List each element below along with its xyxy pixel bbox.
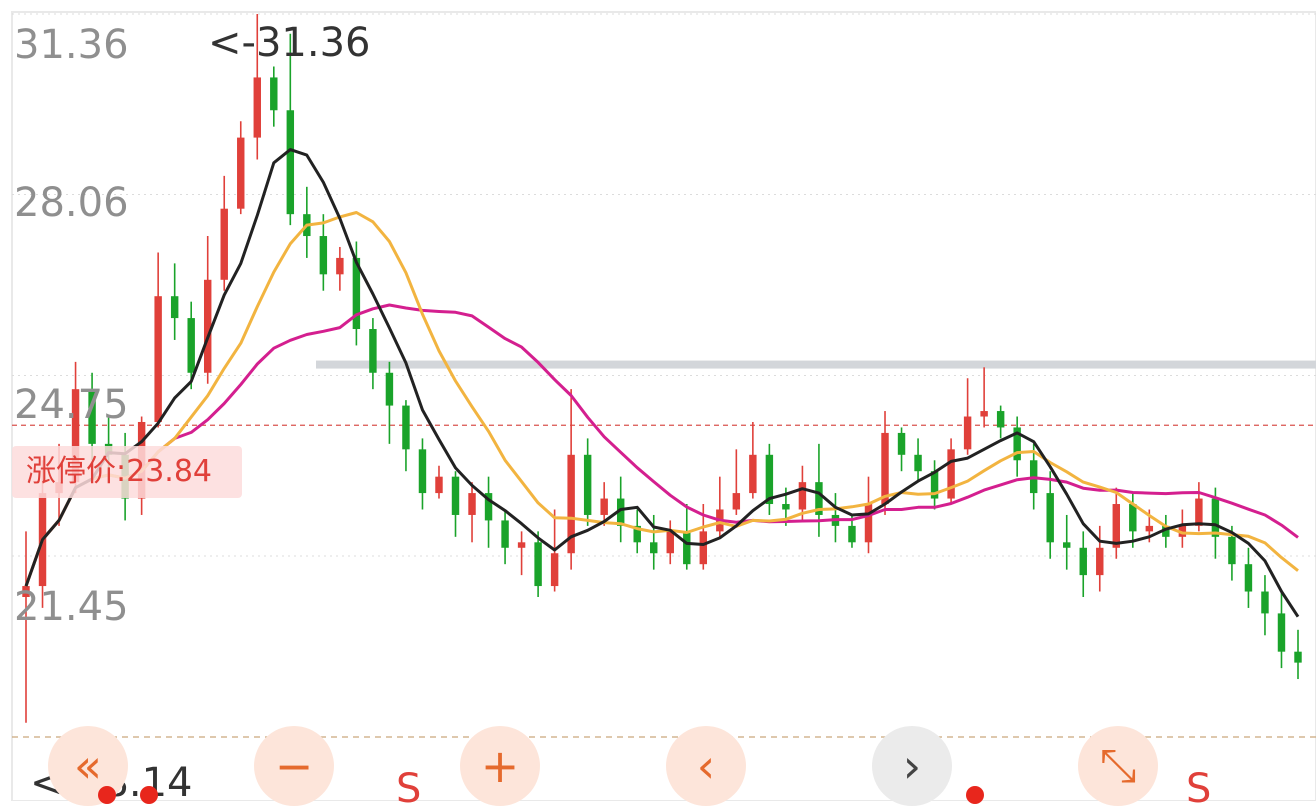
candle-body bbox=[583, 454, 592, 515]
candle-body bbox=[947, 449, 955, 499]
candle-body bbox=[881, 432, 889, 505]
signal-dot bbox=[966, 786, 984, 804]
candle-body bbox=[435, 476, 443, 494]
candle-body bbox=[402, 405, 410, 450]
y-tick-label: 28.06 bbox=[14, 180, 129, 226]
candle-body bbox=[749, 454, 757, 494]
y-tick-label: 21.45 bbox=[14, 584, 129, 630]
candle-body bbox=[996, 411, 1005, 428]
candle-body bbox=[369, 329, 377, 373]
candle-body bbox=[1046, 493, 1054, 543]
candle-body bbox=[1079, 547, 1087, 576]
candle-body bbox=[798, 482, 807, 510]
reference-level-line bbox=[316, 360, 1316, 369]
next-button[interactable]: › bbox=[872, 726, 952, 806]
candle-body bbox=[1261, 591, 1269, 614]
rewind-button[interactable]: « bbox=[48, 726, 128, 806]
candle-body bbox=[1277, 613, 1286, 652]
candle-body bbox=[1294, 651, 1302, 663]
chevron-left-icon: ‹ bbox=[696, 739, 716, 793]
candle-body bbox=[385, 372, 394, 406]
sell-marker: S bbox=[396, 766, 422, 812]
candle-body bbox=[270, 77, 278, 111]
high-price-label: <-31.36 bbox=[208, 20, 371, 66]
candle-body bbox=[666, 531, 674, 554]
candle-body bbox=[418, 449, 427, 494]
candle-body bbox=[600, 498, 608, 515]
signal-dot bbox=[140, 786, 158, 804]
candle-body bbox=[683, 531, 691, 565]
sell-marker: S bbox=[1186, 766, 1212, 812]
candle-body bbox=[1063, 542, 1071, 548]
candle-body bbox=[848, 525, 856, 543]
candle-body bbox=[534, 542, 542, 587]
candle-body bbox=[501, 520, 509, 548]
candle-body bbox=[286, 110, 295, 215]
candle-body bbox=[336, 257, 344, 275]
chevron-right-icon: › bbox=[902, 739, 922, 793]
zoom-in-button[interactable]: + bbox=[460, 726, 540, 806]
candle-body bbox=[170, 296, 179, 319]
candle-body bbox=[650, 542, 658, 554]
candle-body bbox=[187, 318, 195, 373]
candle-body bbox=[1112, 504, 1121, 548]
signal-dot bbox=[98, 786, 116, 804]
candle-body bbox=[253, 77, 261, 138]
prev-button[interactable]: ‹ bbox=[666, 726, 746, 806]
candle-body bbox=[451, 476, 460, 515]
candle-body bbox=[1129, 504, 1137, 532]
candle-body bbox=[468, 493, 476, 515]
candle-body bbox=[1244, 564, 1253, 592]
candle-body bbox=[732, 493, 741, 510]
candle-body bbox=[154, 296, 162, 422]
candle-body bbox=[319, 236, 328, 275]
candle-body bbox=[203, 279, 212, 373]
plus-icon: + bbox=[480, 739, 520, 793]
double-chevron-left-icon: « bbox=[73, 739, 103, 793]
candle-body bbox=[699, 531, 708, 565]
reference-band bbox=[316, 360, 1316, 369]
minus-icon: − bbox=[274, 739, 314, 793]
candlestick-chart[interactable] bbox=[0, 0, 1316, 801]
candle-body bbox=[237, 137, 245, 209]
limit-up-price-badge: 涨停价:23.84 bbox=[12, 446, 242, 498]
candle-body bbox=[897, 432, 906, 455]
candle-body bbox=[1096, 547, 1104, 576]
plot-frame bbox=[11, 11, 1316, 801]
y-tick-label: 31.36 bbox=[14, 22, 129, 68]
y-tick-label: 24.75 bbox=[14, 382, 129, 428]
candle-body bbox=[980, 411, 988, 417]
candle-body bbox=[220, 208, 228, 280]
candle-body bbox=[782, 504, 790, 510]
candle-body bbox=[864, 504, 873, 543]
candle-body bbox=[914, 454, 922, 472]
candle-body bbox=[550, 553, 559, 587]
candle-body bbox=[1211, 498, 1220, 537]
candle-body bbox=[963, 416, 972, 450]
expand-icon: ⤡ bbox=[1099, 738, 1137, 792]
candle-body bbox=[1145, 525, 1154, 532]
candle-body bbox=[1228, 536, 1236, 565]
zoom-out-button[interactable]: − bbox=[254, 726, 334, 806]
fullscreen-button[interactable]: ⤡ bbox=[1078, 726, 1158, 806]
candle-body bbox=[1195, 498, 1203, 526]
candle-body bbox=[517, 542, 526, 548]
